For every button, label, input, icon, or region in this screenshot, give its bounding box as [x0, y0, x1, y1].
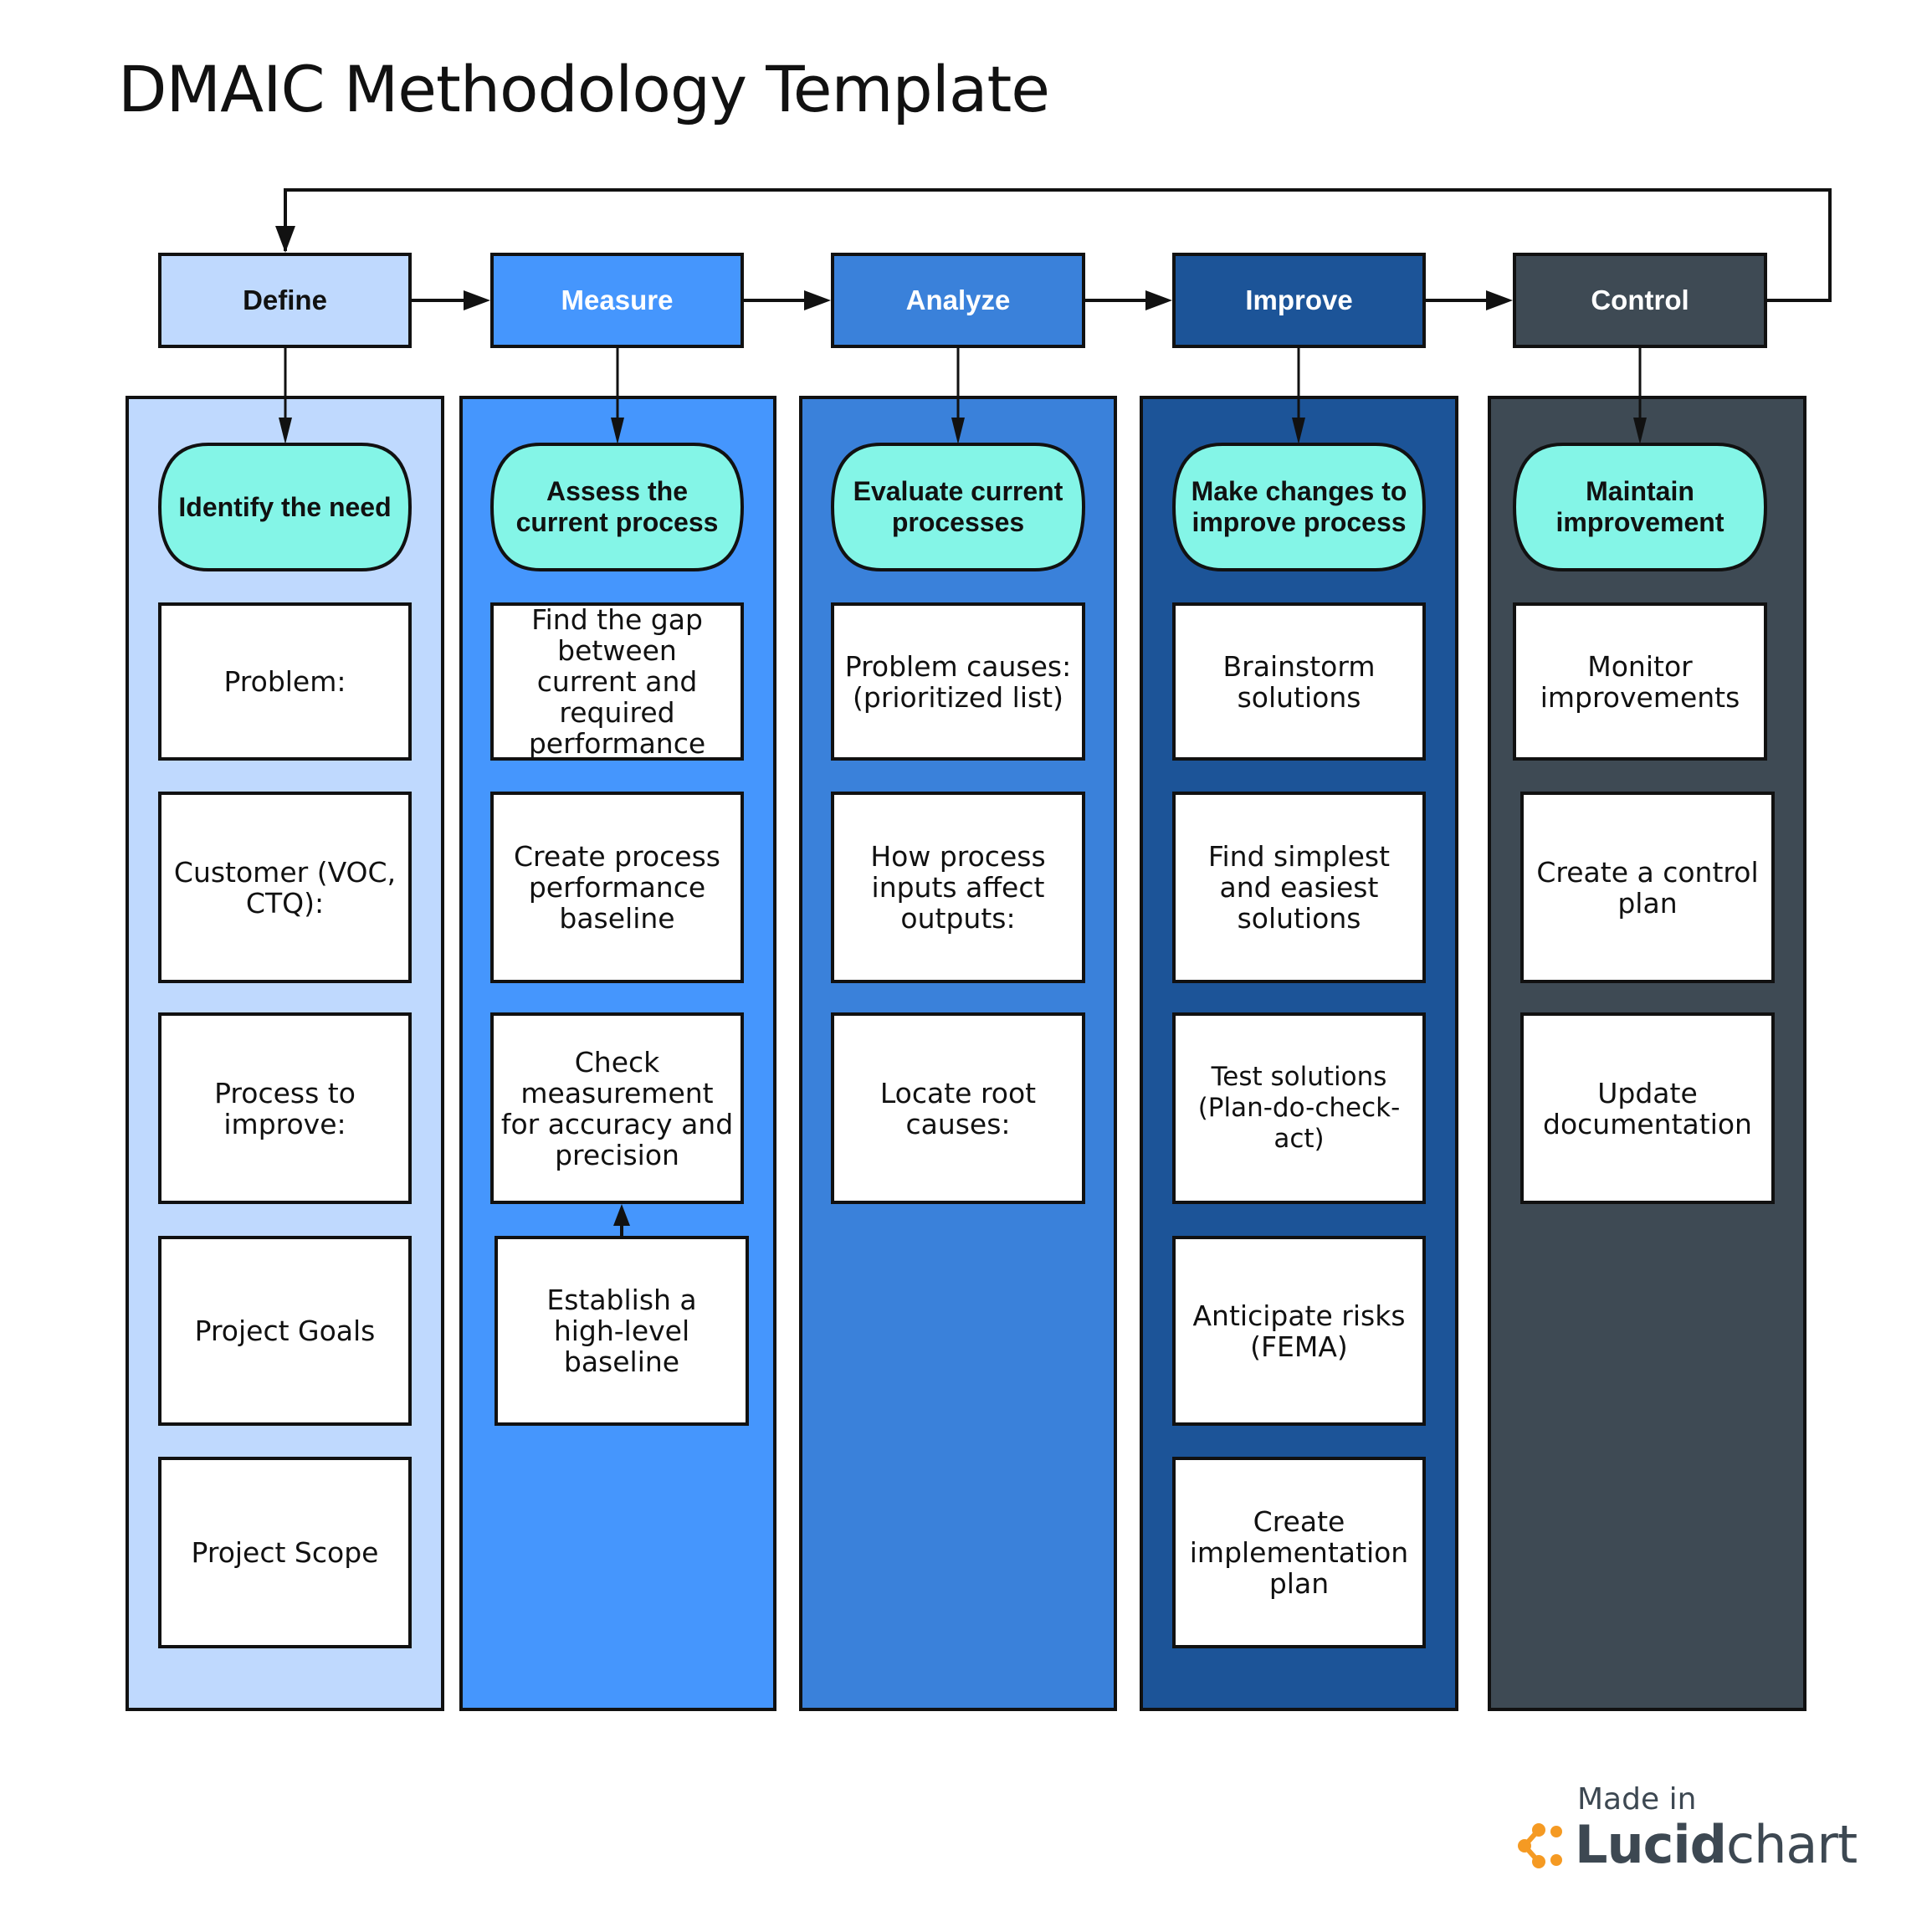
goal-pill-define[interactable]: Identify the need	[158, 443, 412, 571]
goal-pill-control[interactable]: Maintain improvement	[1513, 443, 1767, 571]
step-text: Customer (VOC, CTQ):	[173, 855, 397, 920]
made-in-label: Made in	[1577, 1782, 1697, 1817]
page-title: DMAIC Methodology Template	[118, 52, 1050, 126]
step-box[interactable]: Create process performance baseline	[490, 792, 744, 983]
step-text: Find the gap between current and require…	[528, 603, 706, 760]
step-box[interactable]: Process to improve:	[158, 1012, 412, 1204]
step-text: Brainstorm solutions	[1222, 649, 1376, 714]
step-text: Find simplest and easiest solutions	[1207, 840, 1391, 935]
goal-pill-analyze[interactable]: Evaluate current processes	[831, 443, 1085, 571]
phase-measure[interactable]: Measure	[490, 253, 744, 348]
goal-pill-improve[interactable]: Make changes to improve process	[1172, 443, 1426, 571]
phase-label: Control	[1591, 284, 1689, 315]
step-text: Test solutions (Plan-do-check-act)	[1197, 1062, 1401, 1154]
goal-label: Make changes to improve process	[1191, 476, 1407, 537]
step-box[interactable]: Customer (VOC, CTQ):	[158, 792, 412, 983]
goal-label: Assess the current process	[515, 476, 719, 537]
step-text: Check measurement for accuracy and preci…	[500, 1045, 734, 1171]
arrowhead-icon	[1145, 290, 1172, 310]
step-box[interactable]: Locate root causes:	[831, 1012, 1085, 1204]
step-text: Monitor improvements	[1540, 649, 1740, 714]
lucidchart-logo-icon	[1518, 1823, 1562, 1868]
step-text: Create process performance baseline	[514, 840, 720, 935]
step-box[interactable]: Project Scope	[158, 1457, 412, 1648]
step-text: Project Goals	[194, 1314, 376, 1347]
step-text: How process inputs affect outputs:	[870, 840, 1046, 935]
arrowhead-icon	[275, 226, 295, 253]
brand-light: chart	[1726, 1814, 1858, 1875]
goal-label: Evaluate current processes	[853, 476, 1063, 537]
step-box[interactable]: Test solutions (Plan-do-check-act)	[1172, 1012, 1426, 1204]
step-text: Create a control plan	[1536, 855, 1759, 920]
step-text: Process to improve:	[214, 1076, 356, 1140]
phase-label: Analyze	[905, 284, 1011, 315]
phase-label: Measure	[561, 284, 674, 315]
step-box[interactable]: Establish a high-level baseline	[495, 1236, 749, 1426]
phase-define[interactable]: Define	[158, 253, 412, 348]
phase-label: Define	[243, 284, 327, 315]
step-box[interactable]: Problem:	[158, 602, 412, 761]
phase-improve[interactable]: Improve	[1172, 253, 1426, 348]
step-box[interactable]: Find simplest and easiest solutions	[1172, 792, 1426, 983]
step-box[interactable]: Create implementation plan	[1172, 1457, 1426, 1648]
step-text: Anticipate risks (FEMA)	[1192, 1299, 1406, 1363]
step-text: Locate root causes:	[879, 1076, 1037, 1140]
step-box[interactable]: Anticipate risks (FEMA)	[1172, 1236, 1426, 1426]
step-text: Problem:	[223, 665, 346, 698]
step-box[interactable]: Find the gap between current and require…	[490, 602, 744, 761]
step-text: Problem causes: (prioritized list)	[844, 649, 1072, 714]
step-box[interactable]: Project Goals	[158, 1236, 412, 1426]
step-box[interactable]: Brainstorm solutions	[1172, 602, 1426, 761]
step-box[interactable]: Create a control plan	[1520, 792, 1775, 983]
phase-control[interactable]: Control	[1513, 253, 1767, 348]
step-box[interactable]: Monitor improvements	[1513, 602, 1767, 761]
lucidchart-wordmark[interactable]: Lucidchart	[1575, 1814, 1858, 1875]
goal-pill-measure[interactable]: Assess the current process	[490, 443, 744, 571]
step-box[interactable]: Problem causes: (prioritized list)	[831, 602, 1085, 761]
step-box[interactable]: Update documentation	[1520, 1012, 1775, 1204]
phase-label: Improve	[1245, 284, 1353, 315]
arrowhead-icon	[1486, 290, 1513, 310]
arrowhead-icon	[464, 290, 490, 310]
goal-label: Maintain improvement	[1555, 476, 1724, 537]
step-text: Update documentation	[1543, 1076, 1752, 1140]
step-box[interactable]: How process inputs affect outputs:	[831, 792, 1085, 983]
step-text: Project Scope	[191, 1536, 379, 1569]
step-text: Create implementation plan	[1189, 1505, 1409, 1600]
arrowhead-icon	[804, 290, 831, 310]
phase-analyze[interactable]: Analyze	[831, 253, 1085, 348]
step-text: Establish a high-level baseline	[546, 1284, 697, 1378]
brand-bold: Lucid	[1575, 1814, 1727, 1875]
step-box[interactable]: Check measurement for accuracy and preci…	[490, 1012, 744, 1204]
goal-label: Identify the need	[178, 491, 392, 522]
